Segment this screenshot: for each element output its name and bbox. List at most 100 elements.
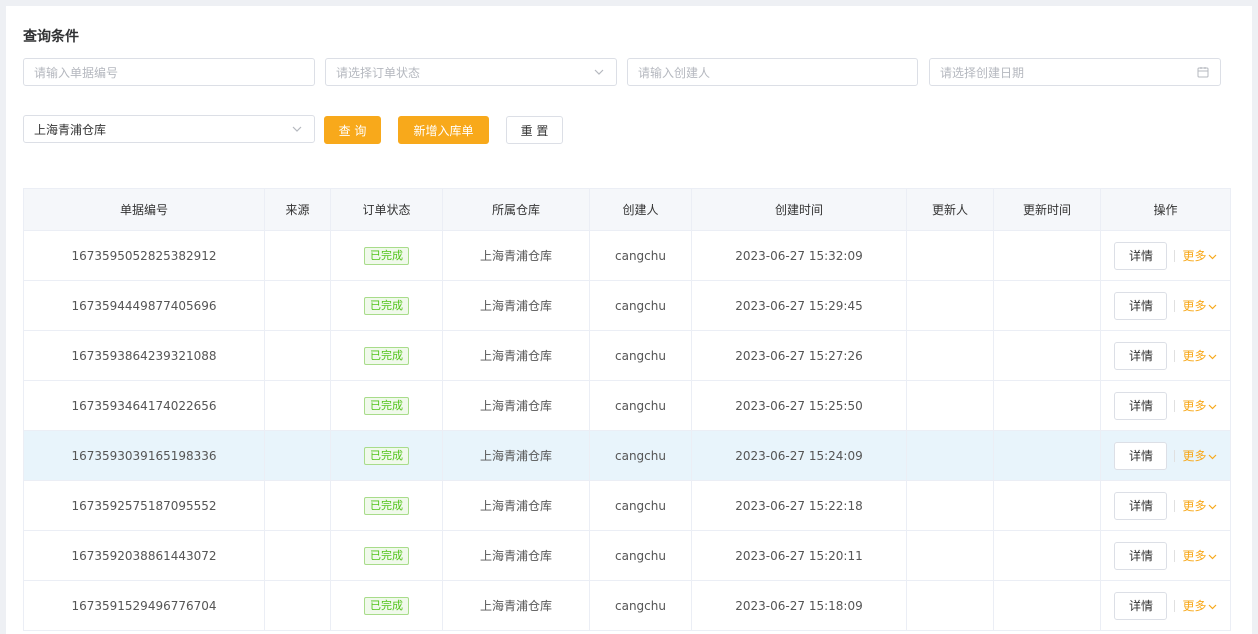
table-row[interactable]: 1673591529496776704 已完成 上海青浦仓库 cangchu 2023-… [24,581,1231,631]
source-cell [265,281,331,330]
chevron-down-icon [1207,599,1217,613]
table-header: 单据编号 来源 订单状态 所属仓库 创建人 创建时间 更新人 更新时间 操作 [24,189,1231,231]
reset-button[interactable]: 重 置 [506,116,563,144]
add-inbound-order-button[interactable]: 新增入库单 [398,116,489,144]
actions-cell: 详情 更多 [1101,581,1231,630]
warehouse-select[interactable]: 上海青浦仓库 [23,115,315,143]
detail-button[interactable]: 详情 [1114,391,1168,420]
created-date-picker[interactable]: 请选择创建日期 [929,58,1221,86]
divider [1174,249,1176,262]
table-row[interactable]: 1673593039165198336 已完成 上海青浦仓库 cangchu 2023-… [24,431,1231,481]
more-dropdown[interactable]: 更多 [1182,297,1216,314]
detail-button[interactable]: 详情 [1114,341,1168,370]
created-time-cell: 2023-06-27 15:24:09 [692,431,907,480]
status-cell: 已完成 [331,331,443,380]
updater-cell [907,481,994,530]
updater-cell [907,231,994,280]
detail-button[interactable]: 详情 [1114,241,1168,270]
more-dropdown[interactable]: 更多 [1182,447,1216,464]
order-status-select[interactable]: 请选择订单状态 [325,58,617,86]
more-label: 更多 [1182,449,1207,463]
updated-time-cell [994,581,1101,630]
column-header: 单据编号 [24,189,265,230]
query-section-title: 查询条件 [23,29,79,45]
detail-button[interactable]: 详情 [1114,591,1168,620]
status-badge: 已完成 [364,596,409,615]
updater-cell [907,581,994,630]
detail-button[interactable]: 详情 [1114,491,1168,520]
divider [1174,549,1176,562]
creator-cell: cangchu [590,531,692,580]
table-row[interactable]: 1673592575187095552 已完成 上海青浦仓库 cangchu 2023-… [24,481,1231,531]
updated-time-cell [994,381,1101,430]
source-cell [265,531,331,580]
chevron-down-icon [290,122,304,136]
created-time-cell: 2023-06-27 15:20:11 [692,531,907,580]
more-dropdown[interactable]: 更多 [1182,397,1216,414]
search-button[interactable]: 查 询 [324,116,381,144]
table-row[interactable]: 1673595052825382912 已完成 上海青浦仓库 cangchu 2023-… [24,231,1231,281]
creator-cell: cangchu [590,581,692,630]
table-row[interactable]: 1673593464174022656 已完成 上海青浦仓库 cangchu 2023-… [24,381,1231,431]
table-row[interactable]: 1673593864239321088 已完成 上海青浦仓库 cangchu 2023-… [24,331,1231,381]
chevron-down-icon [1207,349,1217,363]
column-header: 创建人 [590,189,692,230]
column-header: 更新人 [907,189,994,230]
created-time-cell: 2023-06-27 15:27:26 [692,331,907,380]
divider [1174,399,1176,412]
detail-button[interactable]: 详情 [1114,441,1168,470]
chevron-down-icon [1207,549,1217,563]
source-cell [265,231,331,280]
created-time-cell: 2023-06-27 15:32:09 [692,231,907,280]
creator-cell: cangchu [590,281,692,330]
chevron-down-icon [1207,449,1217,463]
divider [1174,299,1176,312]
actions-cell: 详情 更多 [1101,331,1231,380]
actions-cell: 详情 更多 [1101,481,1231,530]
order-no-cell: 1673593864239321088 [24,331,265,380]
created-date-placeholder: 请选择创建日期 [940,65,1025,80]
more-dropdown[interactable]: 更多 [1182,247,1216,264]
more-label: 更多 [1182,349,1207,363]
chevron-down-icon [1207,499,1217,513]
updater-cell [907,331,994,380]
order-no-cell: 1673595052825382912 [24,231,265,280]
warehouse-cell: 上海青浦仓库 [443,481,590,530]
detail-button[interactable]: 详情 [1114,291,1168,320]
warehouse-cell: 上海青浦仓库 [443,531,590,580]
actions-cell: 详情 更多 [1101,381,1231,430]
more-dropdown[interactable]: 更多 [1182,347,1216,364]
warehouse-value: 上海青浦仓库 [34,122,107,137]
table-row[interactable]: 1673592038861443072 已完成 上海青浦仓库 cangchu 2023-… [24,531,1231,581]
content-panel: 查询条件 请输入单据编号 请选择订单状态 请输入创建人 请选择创建日期 上海青浦… [6,6,1252,634]
inbound-order-table: 单据编号 来源 订单状态 所属仓库 创建人 创建时间 更新人 更新时间 操作 1… [23,188,1231,631]
actions-cell: 详情 更多 [1101,531,1231,580]
source-cell [265,331,331,380]
detail-button[interactable]: 详情 [1114,541,1168,570]
status-badge: 已完成 [364,546,409,565]
updated-time-cell [994,431,1101,480]
updater-cell [907,531,994,580]
creator-placeholder: 请输入创建人 [638,65,711,80]
created-time-cell: 2023-06-27 15:18:09 [692,581,907,630]
order-no-cell: 1673593039165198336 [24,431,265,480]
source-cell [265,381,331,430]
status-badge: 已完成 [364,296,409,315]
status-cell: 已完成 [331,381,443,430]
table-row[interactable]: 1673594449877405696 已完成 上海青浦仓库 cangchu 2023-… [24,281,1231,331]
more-dropdown[interactable]: 更多 [1182,497,1216,514]
updated-time-cell [994,481,1101,530]
more-label: 更多 [1182,499,1207,513]
divider [1174,599,1176,612]
actions-cell: 详情 更多 [1101,231,1231,280]
status-cell: 已完成 [331,481,443,530]
source-cell [265,431,331,480]
column-header: 订单状态 [331,189,443,230]
order-no-input[interactable]: 请输入单据编号 [23,58,315,86]
more-dropdown[interactable]: 更多 [1182,597,1216,614]
more-dropdown[interactable]: 更多 [1182,547,1216,564]
order-no-cell: 1673591529496776704 [24,581,265,630]
status-badge: 已完成 [364,396,409,415]
order-no-cell: 1673593464174022656 [24,381,265,430]
creator-input[interactable]: 请输入创建人 [627,58,918,86]
